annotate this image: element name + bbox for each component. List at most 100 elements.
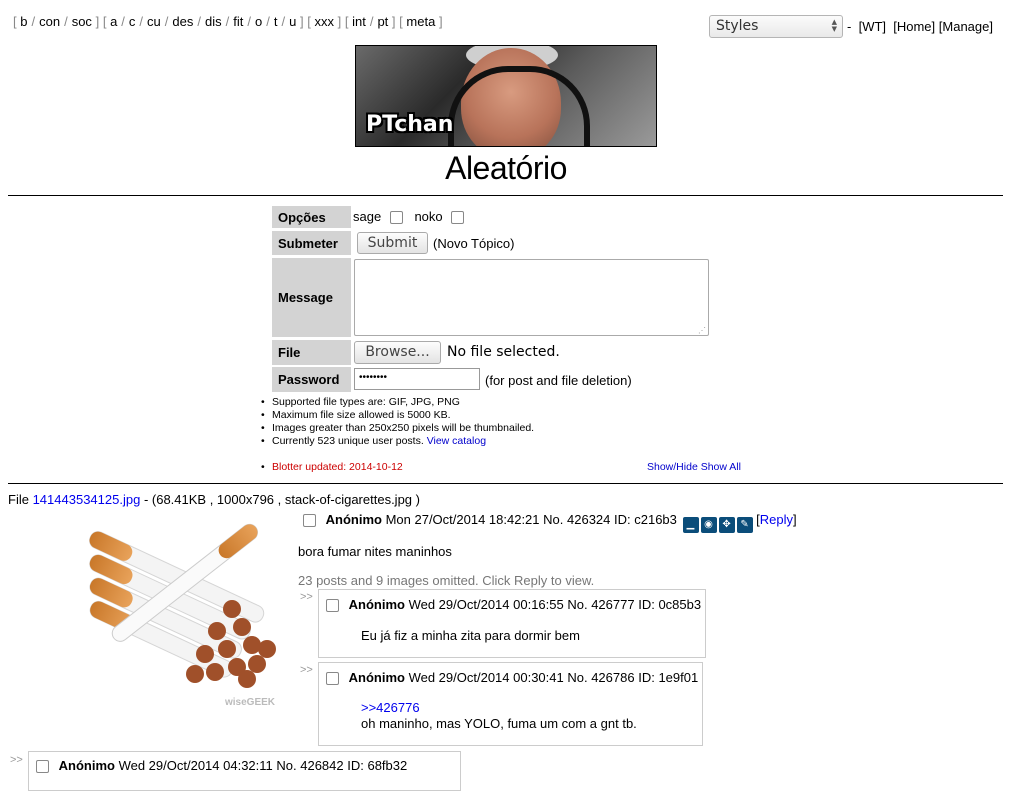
nav-separator: /: [197, 14, 201, 29]
eye-icon[interactable]: ◉: [700, 517, 717, 533]
reply-post-number[interactable]: No. 426842: [276, 758, 343, 773]
nav-board-soc[interactable]: soc: [72, 14, 92, 29]
blotter-controls: Show/Hide Show All: [647, 461, 741, 473]
expand-icon[interactable]: ✥: [718, 517, 735, 533]
nav-separator: /: [266, 14, 270, 29]
show-hide-link[interactable]: Show/Hide: [647, 461, 698, 473]
noko-checkbox[interactable]: [451, 211, 465, 225]
reply-message: oh maninho, mas YOLO, fuma um com a gnt …: [361, 716, 637, 731]
nav-board-xxx[interactable]: xxx: [314, 14, 334, 29]
minimize-icon[interactable]: ▁: [682, 517, 699, 533]
view-catalog-link[interactable]: View catalog: [427, 435, 486, 447]
divider-top: [8, 195, 1003, 196]
rule-item: Images greater than 250x250 pixels will …: [261, 422, 534, 435]
nav-separator: /: [281, 14, 286, 29]
blotter-text: Blotter updated: 2014-10-12: [272, 461, 403, 473]
browse-button[interactable]: Browse...: [354, 341, 441, 364]
reply-post: Anónimo Wed 29/Oct/2014 00:30:41 No. 426…: [318, 662, 703, 746]
reply-select-checkbox[interactable]: [326, 672, 339, 686]
rule-item: Maximum file size allowed is 5000 KB.: [261, 409, 534, 422]
nav-separator: /: [369, 14, 374, 29]
nav-board-dis[interactable]: dis: [205, 14, 222, 29]
cigarettes-image: wiseGEEK: [89, 523, 276, 708]
nav-bracket: ]: [391, 14, 396, 29]
home-link[interactable]: [Home]: [893, 19, 935, 34]
styles-select-value: Styles: [716, 18, 759, 34]
reply-date: Wed 29/Oct/2014 00:16:55: [408, 597, 564, 612]
manage-link[interactable]: [Manage]: [939, 19, 993, 34]
reply-select-checkbox[interactable]: [326, 599, 339, 613]
reply-poster-id: ID: 0c85b3: [638, 597, 702, 612]
reply-poster-name: Anónimo: [348, 597, 405, 612]
reply-poster-id: ID: 1e9f01: [638, 670, 699, 685]
nav-separator: /: [139, 14, 144, 29]
password-input[interactable]: ••••••••: [354, 368, 480, 390]
nav-bracket: [: [102, 14, 107, 29]
nav-separator: /: [247, 14, 251, 29]
nav-board-b[interactable]: b: [20, 14, 27, 29]
nav-separator: /: [31, 14, 36, 29]
reply-quote-link[interactable]: >>426776: [361, 700, 420, 715]
file-link[interactable]: 141443534125.jpg: [33, 492, 141, 507]
reply-post-number[interactable]: No. 426777: [567, 597, 634, 612]
nav-board-con[interactable]: con: [39, 14, 60, 29]
op-post-number[interactable]: No. 426324: [543, 512, 610, 527]
reply-arrow: >>: [300, 664, 313, 676]
sage-checkbox[interactable]: [389, 211, 403, 225]
nav-bracket: ]: [337, 14, 342, 29]
op-reply-link[interactable]: Reply: [760, 512, 793, 527]
resize-grip-icon[interactable]: ⋰: [698, 326, 706, 335]
nav-board-a[interactable]: a: [110, 14, 117, 29]
message-textarea[interactable]: ⋰: [354, 259, 709, 336]
reply-date: Wed 29/Oct/2014 00:30:41: [408, 670, 564, 685]
nav-board-meta[interactable]: meta: [406, 14, 435, 29]
board-navigation: [ b / con / soc ] [ a / c / cu / des / dis / fit / o / t / u…: [13, 14, 443, 29]
reply-arrow: >>: [300, 591, 313, 603]
nav-separator: /: [121, 14, 125, 29]
no-file-text: No file selected.: [447, 344, 560, 360]
password-note: (for post and file deletion): [485, 373, 632, 388]
reply-post: Anónimo Wed 29/Oct/2014 04:32:11 No. 426…: [28, 751, 461, 791]
wt-link[interactable]: [WT]: [859, 19, 886, 34]
sage-label: sage: [353, 209, 382, 224]
reply-poster-name: Anónimo: [58, 758, 115, 773]
nav-board-int[interactable]: int: [352, 14, 366, 29]
file-label: File: [272, 340, 351, 365]
rules-list: Supported file types are: GIF, JPG, PNG …: [261, 396, 534, 448]
nav-board-fit[interactable]: fit: [233, 14, 243, 29]
nav-board-cu[interactable]: cu: [147, 14, 161, 29]
nav-board-u[interactable]: u: [289, 14, 296, 29]
nav-bracket: [: [399, 14, 403, 29]
reply-header: Anónimo Wed 29/Oct/2014 00:30:41 No. 426…: [326, 670, 699, 686]
show-all-link[interactable]: Show All: [701, 461, 741, 473]
password-label: Password: [272, 367, 351, 392]
rule-item: Currently 523 unique user posts. View ca…: [261, 435, 534, 448]
op-thumbnail-image[interactable]: wiseGEEK: [27, 509, 283, 711]
options-label: Opções: [272, 206, 351, 228]
submit-button[interactable]: Submit: [357, 232, 428, 254]
nav-board-c[interactable]: c: [129, 14, 136, 29]
nav-bracket: ]: [95, 14, 100, 29]
op-file-info: File 141443534125.jpg - (68.41KB , 1000x…: [8, 492, 420, 507]
file-prefix: File: [8, 492, 29, 507]
speech-bubble-icon[interactable]: ✎: [736, 517, 753, 533]
styles-select[interactable]: Styles ▲ ▼: [709, 15, 843, 38]
nav-board-o[interactable]: o: [255, 14, 262, 29]
nav-board-pt[interactable]: pt: [377, 14, 388, 29]
nav-bracket: ]: [438, 14, 443, 29]
unique-posts-text: Currently 523 unique user posts.: [272, 435, 424, 447]
op-post-header: Anónimo Mon 27/Oct/2014 18:42:21 No. 426…: [303, 512, 797, 533]
nav-board-des[interactable]: des: [172, 14, 193, 29]
op-select-checkbox[interactable]: [303, 514, 316, 528]
divider-form: [8, 483, 1003, 484]
reply-post-number[interactable]: No. 426786: [567, 670, 634, 685]
options-row: sage noko: [353, 209, 465, 225]
nav-bracket: [: [344, 14, 349, 29]
nav-board-t[interactable]: t: [274, 14, 278, 29]
image-watermark: wiseGEEK: [224, 697, 276, 708]
new-thread-note: (Novo Tópico): [433, 236, 515, 251]
board-banner[interactable]: PTchan: [355, 45, 657, 147]
noko-label: noko: [414, 209, 443, 224]
reply-select-checkbox[interactable]: [36, 760, 49, 774]
nav-bracket: [: [13, 14, 17, 29]
